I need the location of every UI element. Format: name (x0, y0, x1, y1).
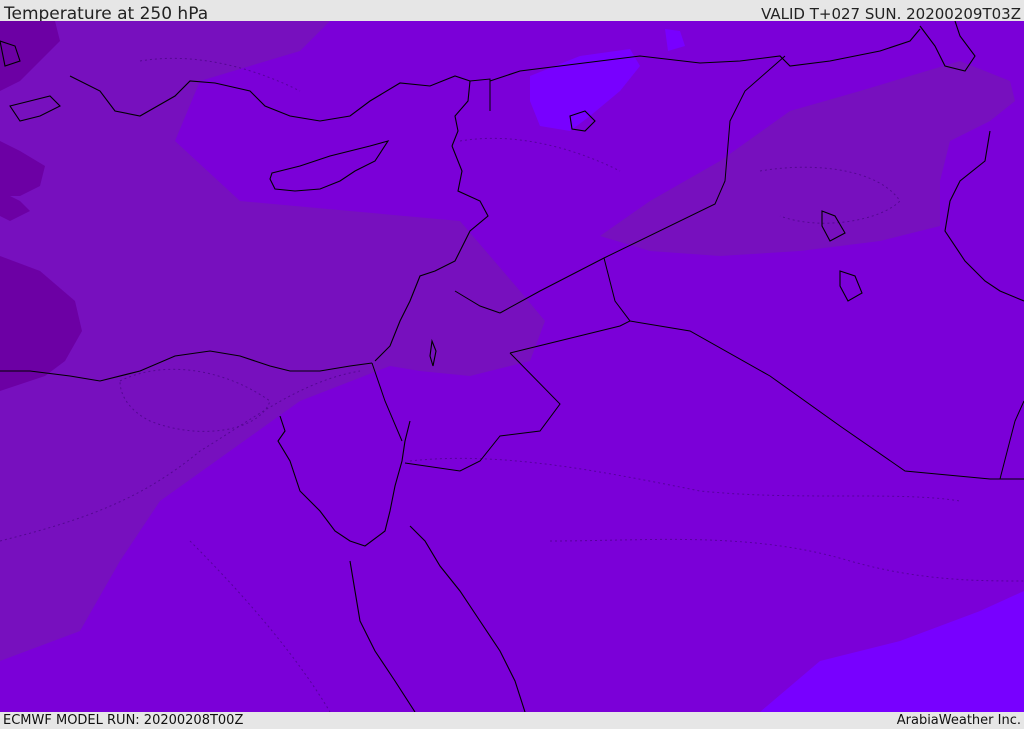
header-bar: Temperature at 250 hPa VALID T+027 SUN. … (0, 0, 1024, 24)
model-run-label: ECMWF MODEL RUN: 20200208T00Z (3, 713, 244, 728)
credit-label: ArabiaWeather Inc. (896, 713, 1021, 728)
weather-map[interactable] (0, 21, 1024, 712)
footer-bar: ECMWF MODEL RUN: 20200208T00Z ArabiaWeat… (0, 712, 1024, 729)
